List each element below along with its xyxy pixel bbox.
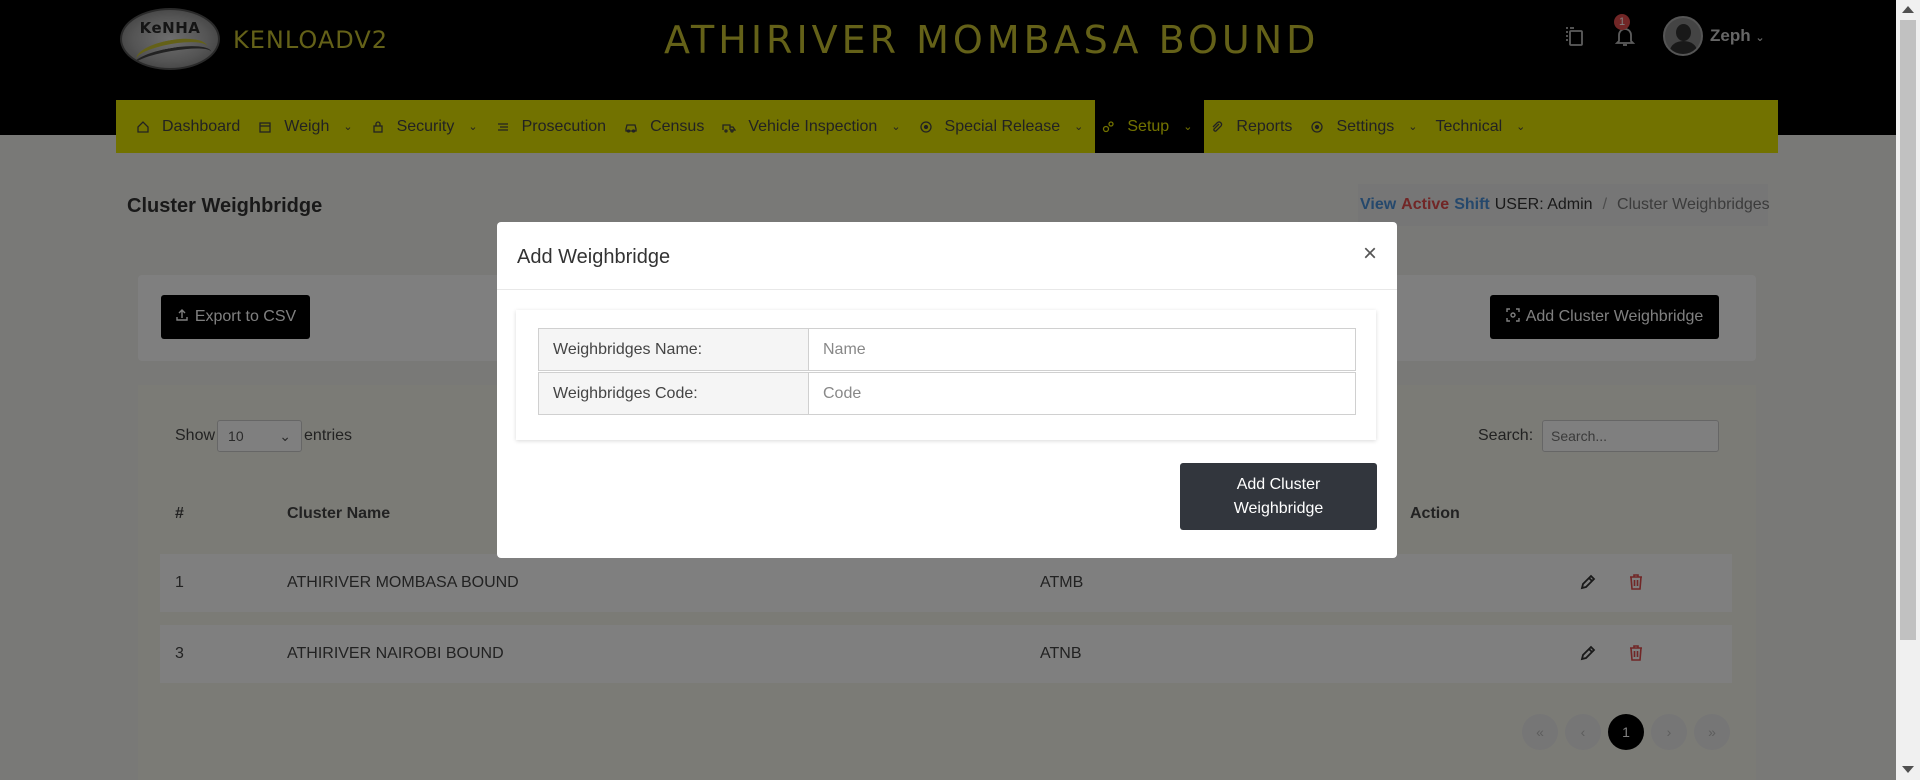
page-scrollbar[interactable]: [1896, 0, 1920, 780]
scroll-thumb[interactable]: [1900, 20, 1916, 640]
weighbridge-code-label: Weighbridges Code:: [539, 373, 809, 414]
add-weighbridge-modal: Add Weighbridge × Weighbridges Name: Wei…: [497, 222, 1397, 558]
modal-title: Add Weighbridge: [517, 246, 671, 268]
modal-form-card: Weighbridges Name: Weighbridges Code:: [516, 310, 1376, 440]
close-icon[interactable]: ×: [1363, 242, 1377, 266]
weighbridge-code-row: Weighbridges Code:: [538, 372, 1356, 415]
scroll-down-arrow[interactable]: [1902, 766, 1914, 773]
weighbridge-code-input[interactable]: [809, 373, 1355, 414]
weighbridge-name-input[interactable]: [809, 329, 1355, 370]
weighbridge-name-row: Weighbridges Name:: [538, 328, 1356, 371]
weighbridge-name-label: Weighbridges Name:: [539, 329, 809, 370]
modal-divider: [497, 289, 1397, 290]
submit-add-cluster-weighbridge-button[interactable]: Add Cluster Weighbridge: [1180, 463, 1377, 530]
scroll-up-arrow[interactable]: [1902, 6, 1914, 13]
